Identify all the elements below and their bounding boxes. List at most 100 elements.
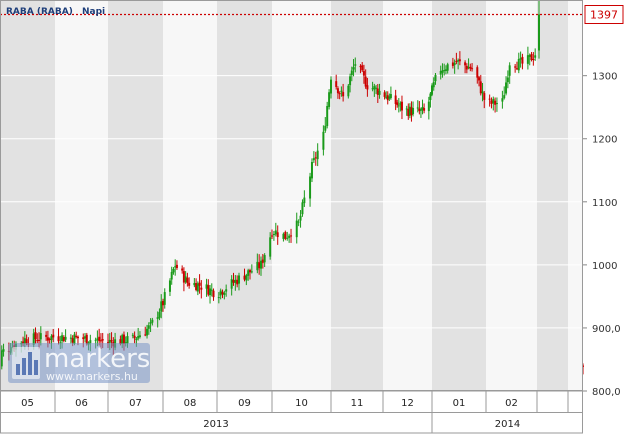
candle-body — [174, 266, 177, 268]
candle-body — [263, 255, 266, 263]
candle-body — [258, 262, 261, 269]
candle-body — [188, 282, 191, 286]
candle-body — [471, 68, 474, 70]
candle-body — [69, 337, 72, 339]
candle-body — [464, 62, 467, 66]
candle-body — [84, 336, 87, 339]
candle-body — [245, 275, 248, 281]
month-band — [55, 0, 108, 391]
candle-body — [328, 92, 331, 107]
candle-body — [375, 87, 378, 89]
candle-body — [172, 269, 175, 273]
candle-body — [312, 158, 315, 161]
candle-body — [446, 64, 449, 71]
candle-body — [170, 271, 173, 280]
candle-body — [46, 337, 49, 341]
candle-body — [131, 334, 134, 336]
candle-body — [443, 70, 446, 72]
candle-body — [162, 301, 164, 306]
candle-body — [495, 103, 498, 105]
candle-body — [225, 289, 228, 292]
candle-body — [515, 68, 518, 70]
candle-body — [364, 76, 367, 87]
candle-body — [94, 339, 97, 341]
candle-body — [517, 58, 520, 71]
candle-body — [274, 230, 277, 235]
chart-canvas: markers www.markers.hu RABA (RABA) Napi … — [0, 0, 624, 434]
candle-body — [352, 67, 355, 70]
candle-body — [57, 336, 60, 342]
candle-body — [250, 271, 253, 273]
candle-body — [506, 77, 509, 83]
candle-body — [455, 61, 458, 63]
last-price-marker: 1397 — [584, 5, 624, 25]
candle-body — [25, 339, 28, 344]
candle-body — [207, 285, 210, 295]
candle-body — [184, 276, 187, 283]
candle-body — [400, 101, 403, 111]
candle-body — [538, 14, 540, 51]
candle-body — [276, 232, 279, 238]
candle-body — [326, 105, 329, 127]
chart-subtitle: Napi — [82, 7, 105, 17]
candle-body — [261, 259, 264, 263]
candle-body — [110, 340, 113, 342]
candle-body — [322, 131, 325, 150]
month-band — [272, 0, 331, 391]
candle-body — [75, 336, 78, 338]
candle-body — [62, 337, 65, 341]
x-tick-label: 06 — [75, 398, 88, 409]
candle-body — [467, 66, 470, 68]
candle-body — [490, 100, 493, 104]
candle-body — [200, 287, 203, 290]
candle-body — [431, 85, 433, 95]
candle-body — [373, 86, 376, 90]
candle-body — [336, 88, 339, 94]
candle-body — [223, 292, 226, 295]
candle-body — [73, 334, 76, 344]
candle-body — [288, 235, 291, 238]
candle-body — [310, 162, 313, 179]
candle-body — [359, 66, 362, 68]
candle-body — [434, 74, 437, 82]
bar-chart-icon — [12, 347, 40, 379]
candle-body — [195, 283, 198, 291]
candle-body — [0, 350, 3, 367]
candle-body — [234, 279, 237, 283]
candle-body — [151, 319, 154, 323]
candle-body — [221, 291, 224, 295]
candle-body — [71, 338, 74, 343]
x-tick-label: 10 — [295, 398, 308, 409]
candle-body — [476, 67, 479, 78]
x-tick-label: 02 — [505, 398, 518, 409]
candle-body — [416, 107, 419, 109]
candle-body — [479, 81, 482, 94]
candle-body — [389, 94, 392, 98]
candle-body — [451, 62, 454, 66]
candle-body — [210, 289, 213, 291]
candle-body — [271, 235, 273, 237]
candle-body — [330, 79, 332, 94]
candle-body — [193, 282, 196, 286]
month-band — [108, 0, 163, 391]
y-tick-label: 900,0 — [592, 324, 621, 335]
candle-body — [299, 215, 302, 221]
candle-body — [383, 92, 386, 97]
y-tick-label: 1200 — [592, 135, 617, 146]
candle-body — [396, 102, 399, 106]
candle-body — [347, 85, 350, 97]
candle-body — [22, 341, 25, 344]
candle-body — [286, 237, 289, 239]
candle-body — [175, 264, 178, 268]
candle-body — [316, 150, 319, 160]
x-tick-label: 07 — [129, 398, 142, 409]
candle-body — [488, 98, 491, 100]
candle-body — [121, 335, 124, 344]
month-band — [432, 0, 486, 391]
candle-body — [144, 334, 147, 336]
month-band — [0, 0, 55, 391]
candle-body — [444, 69, 447, 72]
candle-body — [534, 55, 537, 58]
candle-body — [514, 66, 517, 68]
candle-body — [133, 335, 136, 339]
